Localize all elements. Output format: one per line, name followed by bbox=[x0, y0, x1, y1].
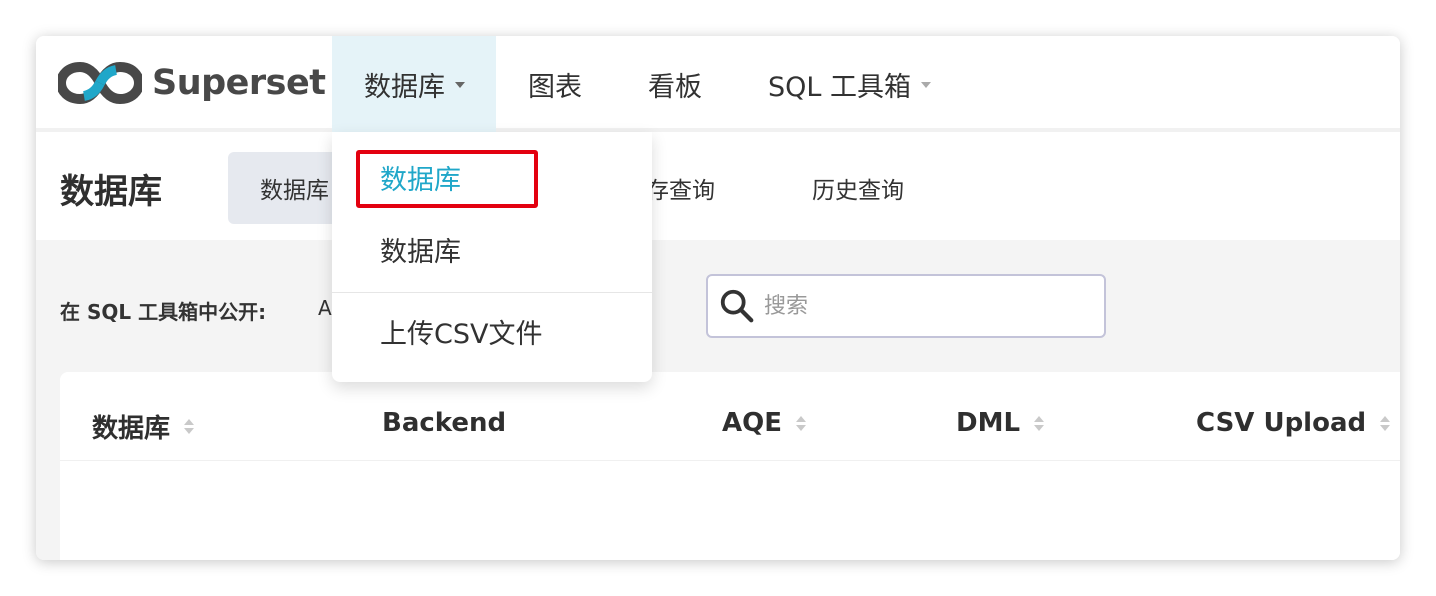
column-header-backend: Backend bbox=[382, 408, 506, 438]
superset-logo[interactable]: Superset bbox=[58, 58, 326, 108]
search-box[interactable] bbox=[706, 274, 1106, 338]
column-header-label: DML bbox=[956, 408, 1021, 438]
nav-item-charts[interactable]: 图表 bbox=[528, 36, 582, 132]
column-header-dml[interactable]: DML bbox=[956, 408, 1045, 438]
nav-item-label: 数据库 bbox=[364, 71, 445, 103]
column-header-label: CSV Upload bbox=[1196, 408, 1367, 438]
column-header-aqe[interactable]: AQE bbox=[722, 408, 806, 438]
databases-table: 数据库 Backend AQE DML CSV Upload bbox=[60, 372, 1400, 560]
nav-item-label: 看板 bbox=[648, 71, 702, 103]
app-window: Superset 数据库 图表 看板 SQL 工具箱 数据库 数据库 存查询 历… bbox=[36, 36, 1400, 560]
nav-item-databases[interactable]: 数据库 bbox=[332, 36, 496, 132]
tab-query-history[interactable]: 历史查询 bbox=[812, 152, 904, 224]
column-header-label: AQE bbox=[722, 408, 782, 438]
tab-label: 历史查询 bbox=[812, 178, 904, 204]
logo-text: Superset bbox=[152, 63, 326, 103]
nav-item-sql-toolbox[interactable]: SQL 工具箱 bbox=[768, 36, 932, 132]
sort-icon bbox=[1380, 415, 1391, 431]
caret-down-icon bbox=[921, 82, 932, 88]
column-header-label: Backend bbox=[382, 408, 507, 438]
page-title: 数据库 bbox=[60, 172, 162, 212]
column-header-database[interactable]: 数据库 bbox=[92, 408, 195, 445]
expose-filter-select[interactable]: A bbox=[318, 296, 332, 320]
menu-item-databases[interactable]: 数据库 bbox=[380, 230, 461, 269]
tab-label: 存查询 bbox=[646, 178, 715, 204]
sort-icon bbox=[184, 419, 195, 434]
content-area: 在 SQL 工具箱中公开: A 数据库 Backend AQE DML bbox=[36, 240, 1400, 560]
sort-icon bbox=[796, 415, 806, 431]
nav-item-label: SQL 工具箱 bbox=[768, 71, 912, 103]
expose-filter-label: 在 SQL 工具箱中公开: bbox=[60, 300, 267, 324]
menu-divider bbox=[332, 292, 652, 293]
search-icon bbox=[720, 289, 754, 323]
menu-item-upload-csv[interactable]: 上传CSV文件 bbox=[380, 312, 542, 351]
nav-item-label: 图表 bbox=[528, 71, 582, 103]
caret-down-icon bbox=[455, 82, 465, 88]
highlight-annotation bbox=[356, 150, 538, 208]
sort-icon bbox=[1034, 415, 1045, 431]
column-header-csv-upload[interactable]: CSV Upload bbox=[1196, 408, 1391, 438]
sub-header: 数据库 数据库 存查询 历史查询 bbox=[36, 136, 1400, 240]
top-navbar: Superset 数据库 图表 看板 SQL 工具箱 bbox=[36, 36, 1400, 132]
search-input[interactable] bbox=[764, 293, 1084, 319]
nav-item-dashboards[interactable]: 看板 bbox=[648, 36, 702, 132]
superset-infinity-logo-icon bbox=[58, 62, 142, 104]
header-divider bbox=[60, 460, 1400, 461]
tab-saved-queries[interactable]: 存查询 bbox=[646, 152, 715, 224]
tab-label: 数据库 bbox=[260, 178, 329, 204]
column-header-label: 数据库 bbox=[92, 414, 171, 444]
